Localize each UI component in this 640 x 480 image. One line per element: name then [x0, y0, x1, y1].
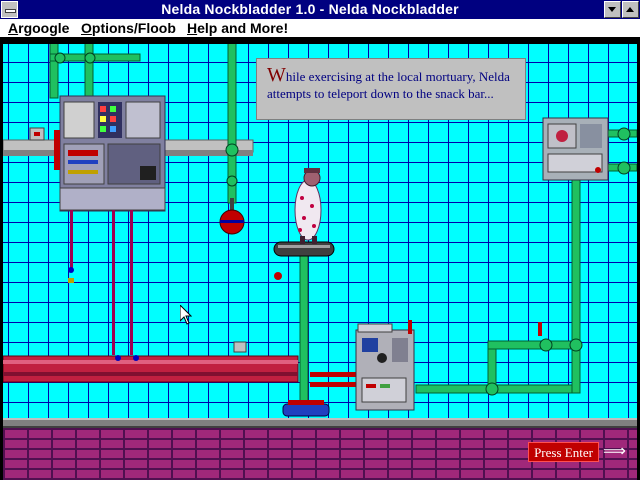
menu-bar: Argoogle Options/Floob Help and More!	[0, 19, 640, 38]
title-bar: Nelda Nockbladder 1.0 - Nelda Nockbladde…	[0, 0, 640, 19]
pipe-top-left	[49, 38, 59, 99]
right-machine	[542, 117, 609, 181]
press-enter-button[interactable]: Press Enter	[528, 442, 599, 462]
pipe-joint	[569, 338, 583, 352]
game-viewport[interactable]: While exercising at the local mortuary, …	[0, 38, 640, 480]
maximize-button[interactable]	[622, 1, 639, 18]
pipe-top-vertical	[84, 38, 94, 99]
teleport-platform	[273, 241, 335, 257]
viewport-left-border	[0, 38, 3, 480]
left-machine	[54, 95, 166, 355]
pipe-platform-vertical	[299, 253, 309, 415]
pipe-joint	[617, 161, 631, 175]
conveyor-belt	[2, 341, 299, 383]
menu-argoogle-rest: rgoogle	[18, 20, 70, 36]
red-rod	[310, 382, 358, 387]
right-arrow-icon: ⟹	[603, 443, 626, 460]
menu-help-and-more[interactable]: Help and More!	[187, 19, 288, 37]
menu-help-accel: H	[187, 20, 198, 36]
maximize-icon	[626, 7, 634, 12]
ball-chain	[230, 198, 234, 210]
red-orb-band	[220, 220, 244, 223]
minimize-icon	[608, 7, 616, 12]
platform-valve	[274, 272, 282, 280]
platform-highlight	[278, 245, 330, 248]
window-title: Nelda Nockbladder 1.0 - Nelda Nockbladde…	[161, 1, 459, 17]
viewport-top-border	[0, 38, 640, 44]
rail-light	[34, 132, 40, 136]
pipe-right-upper	[487, 340, 579, 350]
mouse-cursor-icon	[180, 305, 192, 325]
floor-edge	[0, 418, 640, 428]
menu-argoogle-accel: A	[8, 20, 19, 36]
tub-rim	[288, 400, 324, 405]
water-tub	[282, 403, 330, 417]
menu-options-accel: O	[81, 20, 92, 36]
pipe-right-vertical	[571, 175, 581, 394]
center-machine	[355, 320, 415, 411]
pipe-joint	[539, 338, 553, 352]
system-menu-icon	[5, 9, 16, 13]
pipe-joint	[617, 127, 631, 141]
pipe-joint	[84, 52, 96, 64]
minimize-button[interactable]	[604, 1, 621, 18]
pipe-joint	[54, 52, 66, 64]
pipe-joint	[225, 143, 239, 157]
nelda-character	[294, 168, 322, 244]
menu-options-floob[interactable]: Options/Floob	[81, 19, 176, 37]
pipe-valve-stem	[538, 322, 542, 336]
narration-text: hile exercising at the local mortuary, N…	[267, 69, 510, 101]
narration-box: While exercising at the local mortuary, …	[256, 58, 526, 120]
pipe-joint	[226, 175, 238, 187]
red-rod	[310, 372, 358, 377]
narration-drop-cap: W	[267, 64, 286, 86]
menu-options-rest: ptions/Floob	[91, 20, 176, 36]
system-menu-button[interactable]	[1, 1, 18, 18]
menu-help-rest: elp and More!	[197, 20, 289, 36]
pipe-joint	[485, 382, 499, 396]
menu-argoogle[interactable]: Argoogle	[8, 19, 69, 37]
